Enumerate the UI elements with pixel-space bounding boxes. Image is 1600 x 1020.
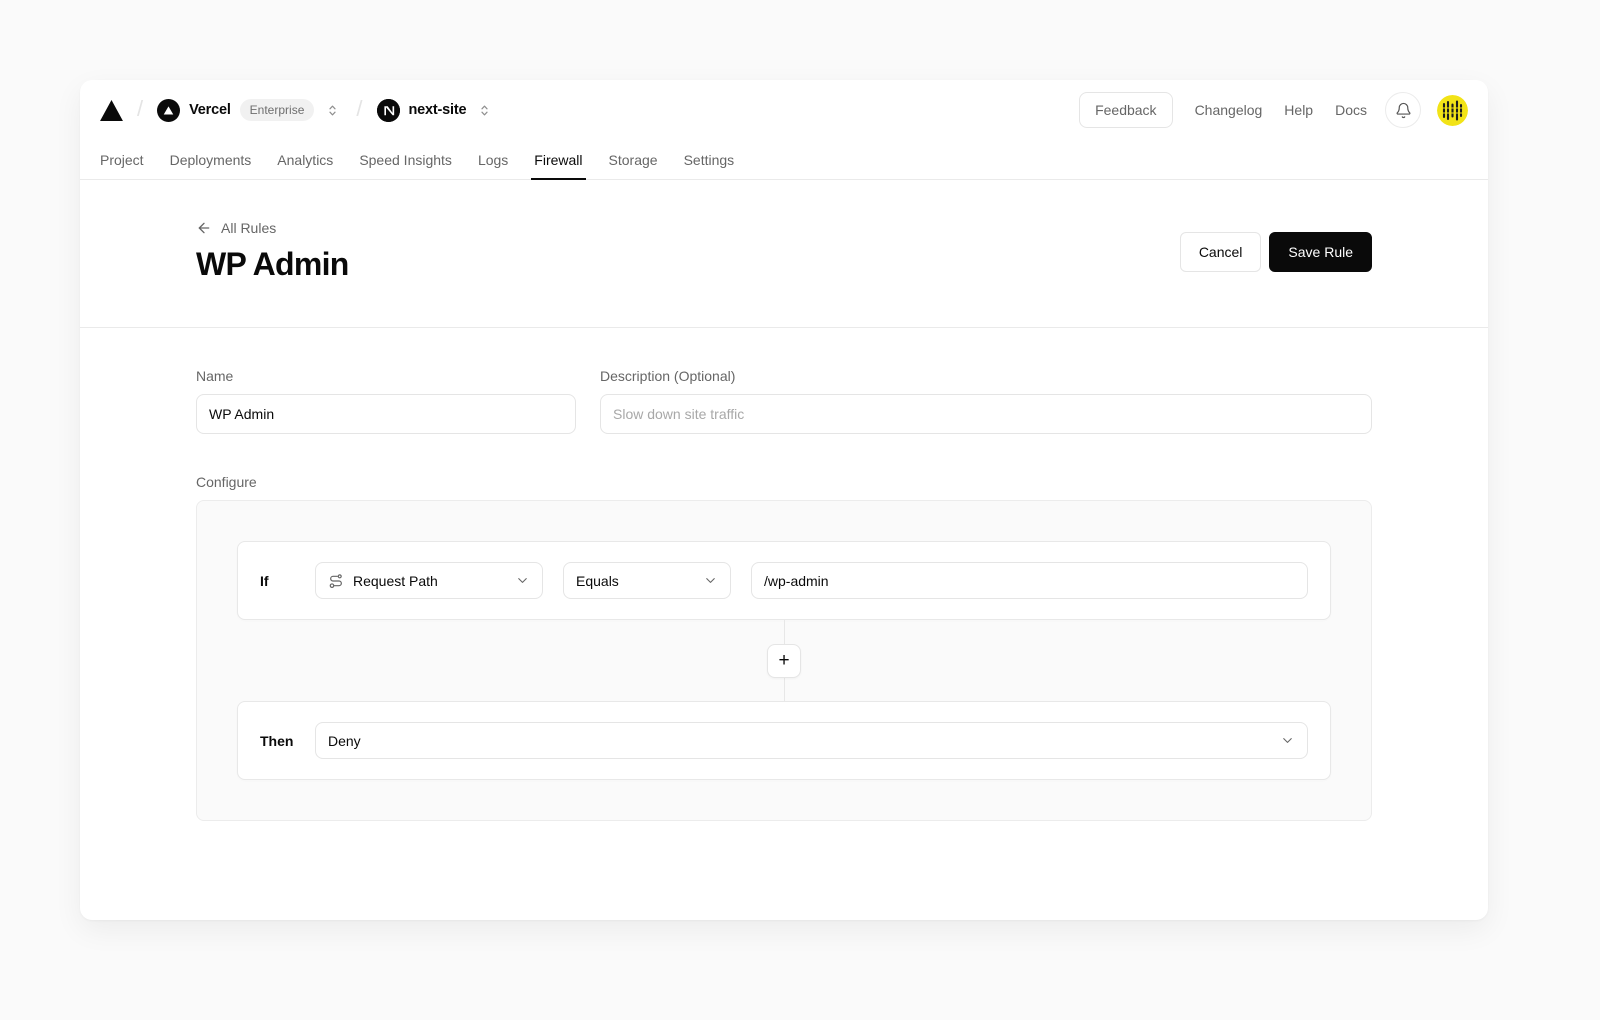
top-bar-left: / Vercel Enterprise / next-site — [100, 97, 494, 123]
condition-field-dropdown[interactable]: Request Path — [315, 562, 543, 599]
breadcrumb[interactable]: All Rules — [196, 220, 349, 236]
route-icon — [328, 573, 344, 589]
team-switcher[interactable]: Vercel Enterprise — [157, 99, 342, 122]
plus-icon: + — [778, 651, 789, 670]
tab-analytics[interactable]: Analytics — [277, 140, 333, 179]
feedback-button[interactable]: Feedback — [1079, 92, 1172, 128]
tab-speed-insights[interactable]: Speed Insights — [359, 140, 452, 179]
if-condition-card: If Request Path Equals — [237, 541, 1331, 620]
add-condition-button[interactable]: + — [767, 644, 801, 678]
description-field-group: Description (Optional) — [600, 368, 1372, 434]
breadcrumb-label: All Rules — [221, 220, 276, 236]
rule-form: Name Description (Optional) Configure If — [80, 328, 1488, 861]
page-header: All Rules WP Admin Cancel Save Rule — [80, 180, 1488, 328]
docs-link[interactable]: Docs — [1335, 102, 1367, 118]
team-name: Vercel — [189, 102, 231, 118]
configure-box: If Request Path Equals — [196, 500, 1372, 821]
save-rule-button[interactable]: Save Rule — [1269, 232, 1372, 272]
chevron-updown-icon[interactable] — [323, 101, 342, 120]
name-label: Name — [196, 368, 576, 384]
team-avatar — [157, 99, 180, 122]
action-dropdown[interactable]: Deny — [315, 722, 1308, 759]
project-name: next-site — [409, 102, 467, 118]
app-window: / Vercel Enterprise / next-site — [80, 80, 1488, 920]
vercel-logo-icon — [100, 100, 123, 121]
back-arrow-icon — [196, 220, 212, 236]
if-condition-controls: Request Path Equals — [315, 562, 1308, 599]
chevron-down-icon — [703, 573, 718, 588]
description-label: Description (Optional) — [600, 368, 1372, 384]
breadcrumb-slash-icon: / — [137, 96, 143, 122]
name-input[interactable] — [196, 394, 576, 434]
tab-settings[interactable]: Settings — [684, 140, 735, 179]
page-title: WP Admin — [196, 246, 349, 283]
user-avatar[interactable] — [1437, 95, 1468, 126]
breadcrumb-slash-icon: / — [356, 96, 362, 122]
changelog-link[interactable]: Changelog — [1195, 102, 1263, 118]
help-link[interactable]: Help — [1284, 102, 1313, 118]
chevron-updown-icon[interactable] — [475, 101, 494, 120]
project-avatar — [377, 99, 400, 122]
action-value: Deny — [328, 733, 1271, 749]
then-action-controls: Deny — [315, 722, 1308, 759]
page-header-actions: Cancel Save Rule — [1180, 232, 1372, 272]
condition-connector: + — [237, 620, 1331, 701]
condition-value-input[interactable] — [751, 562, 1308, 599]
condition-field-value: Request Path — [353, 573, 506, 589]
rule-meta-fields: Name Description (Optional) — [196, 368, 1372, 434]
tab-storage[interactable]: Storage — [609, 140, 658, 179]
if-label: If — [260, 573, 315, 589]
then-action-card: Then Deny — [237, 701, 1331, 780]
configure-label: Configure — [196, 474, 1372, 490]
notifications-button[interactable] — [1385, 92, 1421, 128]
top-bar-right: Feedback Changelog Help Docs — [1079, 92, 1468, 128]
bell-icon — [1395, 102, 1412, 119]
condition-operator-dropdown[interactable]: Equals — [563, 562, 731, 599]
then-label: Then — [260, 733, 315, 749]
description-input[interactable] — [600, 394, 1372, 434]
top-bar: / Vercel Enterprise / next-site — [80, 80, 1488, 140]
configure-section: Configure If Request Path — [196, 474, 1372, 821]
project-switcher[interactable]: next-site — [377, 99, 495, 122]
tab-deployments[interactable]: Deployments — [170, 140, 252, 179]
tab-project[interactable]: Project — [100, 140, 144, 179]
chevron-down-icon — [1280, 733, 1295, 748]
chevron-down-icon — [515, 573, 530, 588]
condition-operator-value: Equals — [576, 573, 694, 589]
tab-logs[interactable]: Logs — [478, 140, 508, 179]
tab-firewall[interactable]: Firewall — [534, 140, 582, 179]
page-header-left: All Rules WP Admin — [196, 220, 349, 283]
name-field-group: Name — [196, 368, 576, 434]
project-nav-tabs: Project Deployments Analytics Speed Insi… — [80, 140, 1488, 180]
plan-badge: Enterprise — [240, 99, 315, 121]
cancel-button[interactable]: Cancel — [1180, 232, 1262, 272]
